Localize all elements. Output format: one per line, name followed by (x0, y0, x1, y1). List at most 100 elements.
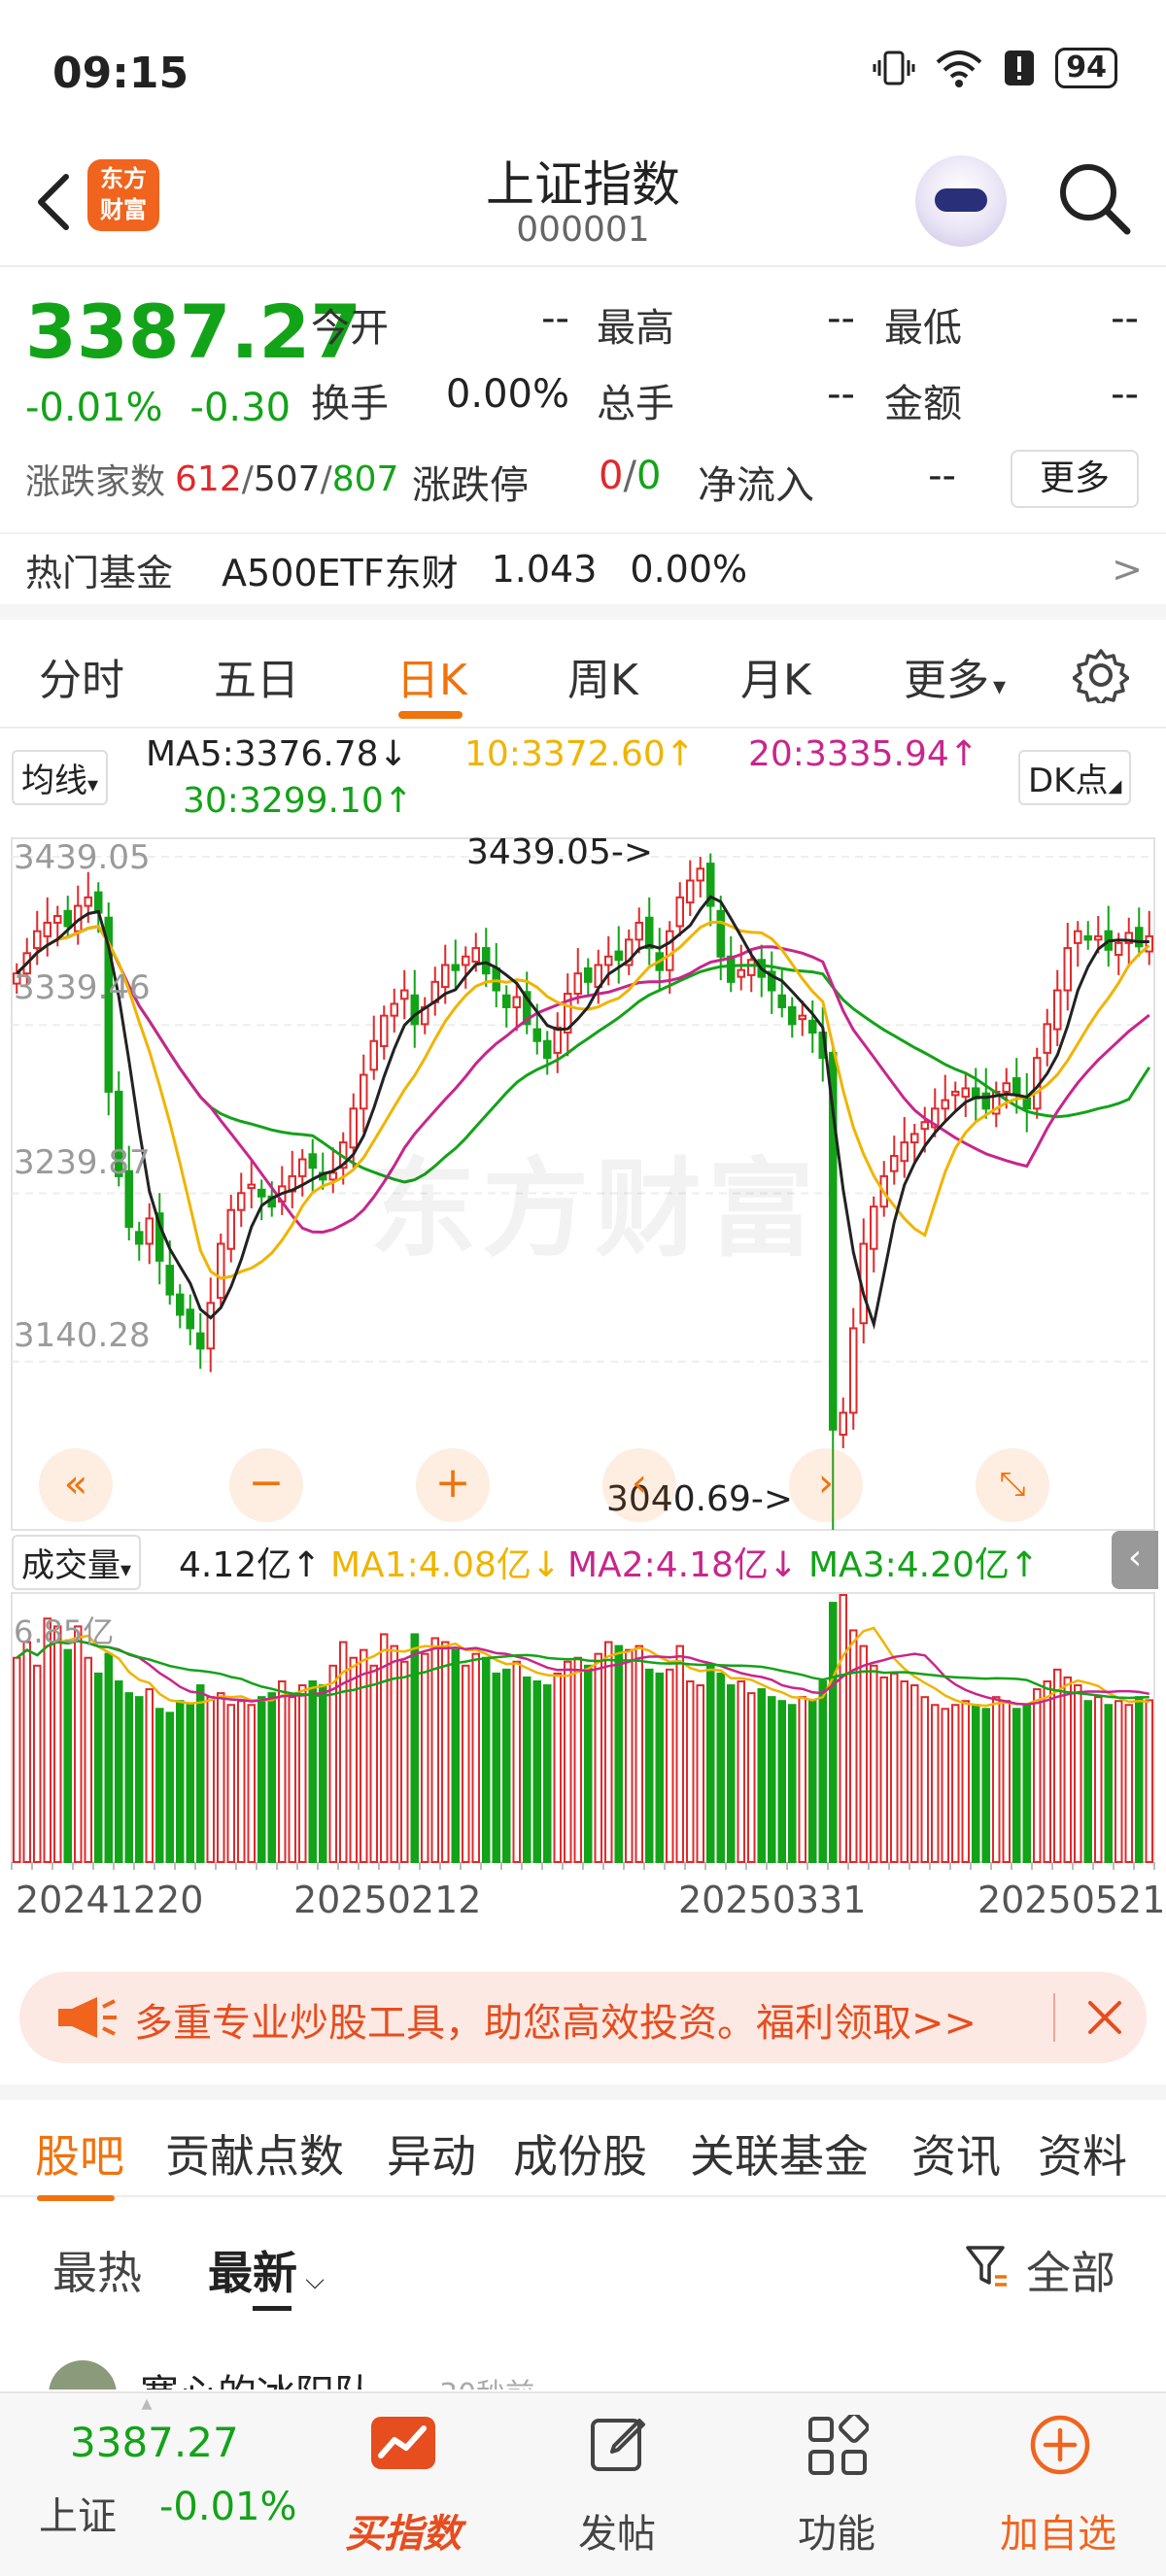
kline-chart[interactable]: 东方财富 3439.05 3339.46 3239.87 3140.28 343… (0, 830, 1166, 1957)
candle-body (236, 1192, 246, 1211)
candle-body (84, 896, 93, 907)
volume-bar (186, 1704, 195, 1863)
volume-bar (22, 1641, 32, 1863)
volume-bar (12, 1656, 21, 1864)
tab-five-day[interactable]: 五日 (214, 645, 299, 707)
volume-bar (52, 1625, 62, 1863)
ma-selector[interactable]: 均线▾ (12, 750, 109, 805)
y-tick-label: 3239.87 (14, 1143, 151, 1182)
scroll-left-icon[interactable]: « (39, 1448, 113, 1522)
mini-quote[interactable]: ▴ 3387.27 上证 -0.01% (0, 2391, 311, 2576)
candle-body (869, 1205, 878, 1250)
hot-fund-price: 1.043 (491, 548, 598, 591)
tab-monthly-k[interactable]: 月K (740, 645, 811, 707)
volume-selector[interactable]: 成交量▾ (12, 1535, 142, 1590)
filter-all[interactable]: 全部 (1026, 2238, 1115, 2302)
settings-gear-icon[interactable] (1073, 647, 1129, 703)
tab-movement[interactable]: 异动 (387, 2121, 476, 2186)
volume-bar (359, 1648, 368, 1863)
volume-bar (114, 1679, 123, 1864)
candle-body (685, 879, 695, 904)
tab-related-funds[interactable]: 关联基金 (690, 2121, 869, 2186)
candle-body (920, 1121, 930, 1131)
candle-body (399, 989, 409, 1000)
candle-body (165, 1265, 175, 1296)
volume-bar (726, 1684, 736, 1863)
volume-bar (206, 1696, 216, 1863)
volume-bar (1073, 1684, 1082, 1863)
x-tick-label: 20241220 (16, 1879, 204, 1921)
tab-more[interactable]: 更多 ▾ (904, 645, 1006, 707)
volume-bar (644, 1668, 654, 1863)
volume-bar (154, 1708, 164, 1864)
tab-contribution[interactable]: 贡献点数 (165, 2121, 344, 2186)
volume-bar (828, 1602, 838, 1863)
collapse-panel-icon[interactable]: ‹ (1112, 1531, 1158, 1589)
post-username[interactable]: 寒心的冰阳队 (140, 2362, 373, 2390)
assistant-robot-icon[interactable] (915, 155, 1007, 247)
dk-point-selector[interactable]: DK点◢ (1018, 750, 1132, 805)
advance-count: 612 (175, 458, 242, 499)
volume-bar (542, 1684, 552, 1863)
zoom-in-icon[interactable]: + (416, 1448, 490, 1522)
filter-icon[interactable] (964, 2244, 1011, 2292)
step-left-icon[interactable]: ‹ (602, 1448, 676, 1522)
post-preview[interactable]: 寒心的冰阳队 30秒前 (0, 2351, 1166, 2390)
volume-bar (288, 1696, 297, 1863)
fullscreen-icon[interactable]: ⤡ (976, 1448, 1049, 1522)
volume-bar (175, 1700, 185, 1864)
tab-timeshare[interactable]: 分时 (39, 645, 124, 707)
status-icons: 94 (873, 47, 1117, 89)
add-watchlist-button[interactable]: 加自选 (976, 2393, 1141, 2576)
volume-bar (1114, 1700, 1123, 1864)
tab-guba[interactable]: 股吧 (35, 2121, 124, 2186)
candle-body (573, 972, 583, 996)
functions-button[interactable]: 功能 (754, 2393, 919, 2576)
promo-banner[interactable]: 多重专业炒股工具，助您高效投资。福利领取>> (19, 1972, 1147, 2063)
candle-body (349, 1107, 359, 1149)
hot-fund-row[interactable]: 热门基金 A500ETF东财 1.043 0.00% > (0, 532, 1166, 620)
more-button[interactable]: 更多 (1011, 450, 1139, 508)
volume-bar (685, 1679, 695, 1864)
candle-body (471, 947, 481, 963)
volume-bar (950, 1704, 960, 1863)
volume-bar (216, 1692, 225, 1863)
megaphone-icon (58, 1997, 117, 2038)
post-button[interactable]: 发帖 (534, 2393, 700, 2576)
tab-daily-k[interactable]: 日K (396, 645, 467, 707)
mini-change: -0.01% (159, 2485, 297, 2529)
volume-bar (532, 1679, 542, 1864)
volume-bar (1093, 1696, 1103, 1863)
step-right-icon[interactable]: › (789, 1448, 863, 1522)
volume-bar (573, 1656, 583, 1864)
x-tick-label: 20250212 (293, 1879, 482, 1921)
volume-bar (737, 1679, 746, 1864)
limit-counts: 0 / 0 (599, 454, 662, 498)
candle-body (1134, 927, 1144, 948)
high-label: 最高 (597, 306, 674, 351)
candle-body (216, 1242, 225, 1300)
edit-icon (591, 2419, 645, 2471)
decline-count: 807 (331, 458, 399, 499)
back-arrow-icon[interactable] (25, 163, 84, 241)
candle-body (716, 909, 726, 958)
tab-profile[interactable]: 资料 (1038, 2121, 1127, 2186)
low-label: 最低 (884, 306, 962, 351)
tab-news[interactable]: 资讯 (911, 2121, 1001, 2186)
volume-bar (430, 1637, 440, 1864)
buy-index-button[interactable]: 买指数 (321, 2393, 486, 2576)
tab-constituents[interactable]: 成份股 (513, 2121, 647, 2186)
volume-bar (920, 1696, 930, 1863)
close-icon[interactable] (1084, 1997, 1125, 2038)
sort-latest[interactable]: 最新 ⌵ (208, 2238, 325, 2302)
search-icon[interactable] (1055, 159, 1133, 237)
avatar[interactable] (49, 2360, 117, 2390)
volume-max-label: 6.85亿 (14, 1613, 115, 1650)
tab-weekly-k[interactable]: 周K (567, 645, 638, 707)
zoom-out-icon[interactable]: − (229, 1448, 303, 1522)
bottom-nav: ▴ 3387.27 上证 -0.01% 买指数 发帖 功能 加自选 (0, 2391, 1166, 2576)
candle-body (961, 1087, 971, 1099)
kline-svg[interactable] (0, 830, 1166, 1870)
candle-body (848, 1327, 858, 1414)
sort-hot[interactable]: 最热 (52, 2238, 142, 2302)
